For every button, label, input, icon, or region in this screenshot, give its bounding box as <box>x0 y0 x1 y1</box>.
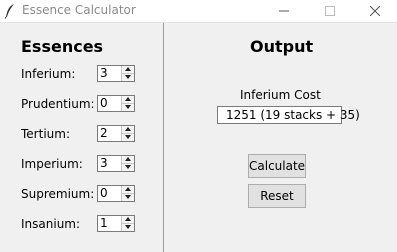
inferium-cost-label: Inferium Cost <box>240 88 321 102</box>
tertium-spinbox[interactable]: 2 <box>97 125 135 142</box>
close-icon <box>370 6 380 16</box>
inferium-spinbox[interactable]: 3 <box>97 65 135 82</box>
prudentium-spinbox[interactable]: 0 <box>97 95 135 112</box>
chevron-down-icon <box>125 75 131 79</box>
inferium-cost-field[interactable]: 1251 (19 stacks + 35) <box>217 106 360 124</box>
panel-divider <box>163 23 164 252</box>
feather-icon <box>4 3 16 19</box>
spin-down-button[interactable] <box>122 224 134 231</box>
window-title: Essence Calculator <box>22 3 136 17</box>
spin-value[interactable]: 1 <box>100 217 108 230</box>
minimize-button[interactable] <box>261 0 307 22</box>
chevron-up-icon <box>125 157 131 161</box>
output-heading: Output <box>250 37 314 56</box>
spin-value[interactable]: 0 <box>100 97 108 110</box>
maximize-icon <box>325 6 335 16</box>
chevron-down-icon <box>125 165 131 169</box>
spin-value[interactable]: 3 <box>100 67 108 80</box>
essence-label-insanium: Insanium: <box>21 217 81 231</box>
supremium-spinbox[interactable]: 0 <box>97 185 135 202</box>
spin-value[interactable]: 3 <box>100 157 108 170</box>
title-bar[interactable]: Essence Calculator <box>0 0 397 23</box>
essence-label-prudentium: Prudentium: <box>21 97 95 111</box>
spin-value[interactable]: 0 <box>100 187 108 200</box>
maximize-button[interactable] <box>307 0 353 22</box>
spin-up-button[interactable] <box>122 216 134 224</box>
spin-up-button[interactable] <box>122 96 134 104</box>
calculate-button[interactable]: Calculate <box>248 154 306 178</box>
chevron-up-icon <box>125 127 131 131</box>
spin-down-button[interactable] <box>122 194 134 201</box>
spin-up-button[interactable] <box>122 66 134 74</box>
insanium-spinbox[interactable]: 1 <box>97 215 135 232</box>
spin-up-button[interactable] <box>122 156 134 164</box>
chevron-down-icon <box>125 135 131 139</box>
spin-down-button[interactable] <box>122 134 134 141</box>
reset-button[interactable]: Reset <box>248 184 306 208</box>
chevron-up-icon <box>125 187 131 191</box>
essence-label-imperium: Imperium: <box>21 157 83 171</box>
minimize-icon <box>279 10 289 12</box>
spin-up-button[interactable] <box>122 126 134 134</box>
spin-down-button[interactable] <box>122 104 134 111</box>
essence-label-tertium: Tertium: <box>21 127 70 141</box>
chevron-down-icon <box>125 195 131 199</box>
spin-up-button[interactable] <box>122 186 134 194</box>
essence-label-inferium: Inferium: <box>21 67 76 81</box>
spin-down-button[interactable] <box>122 164 134 171</box>
chevron-down-icon <box>125 105 131 109</box>
chevron-up-icon <box>125 97 131 101</box>
essences-heading: Essences <box>21 37 104 56</box>
close-button[interactable] <box>353 0 397 22</box>
spin-value[interactable]: 2 <box>100 127 108 140</box>
imperium-spinbox[interactable]: 3 <box>97 155 135 172</box>
chevron-up-icon <box>125 217 131 221</box>
chevron-up-icon <box>125 67 131 71</box>
inferium-cost-value: 1251 (19 stacks + 35) <box>226 108 360 122</box>
chevron-down-icon <box>125 225 131 229</box>
essence-label-supremium: Supremium: <box>21 187 95 201</box>
spin-down-button[interactable] <box>122 74 134 81</box>
